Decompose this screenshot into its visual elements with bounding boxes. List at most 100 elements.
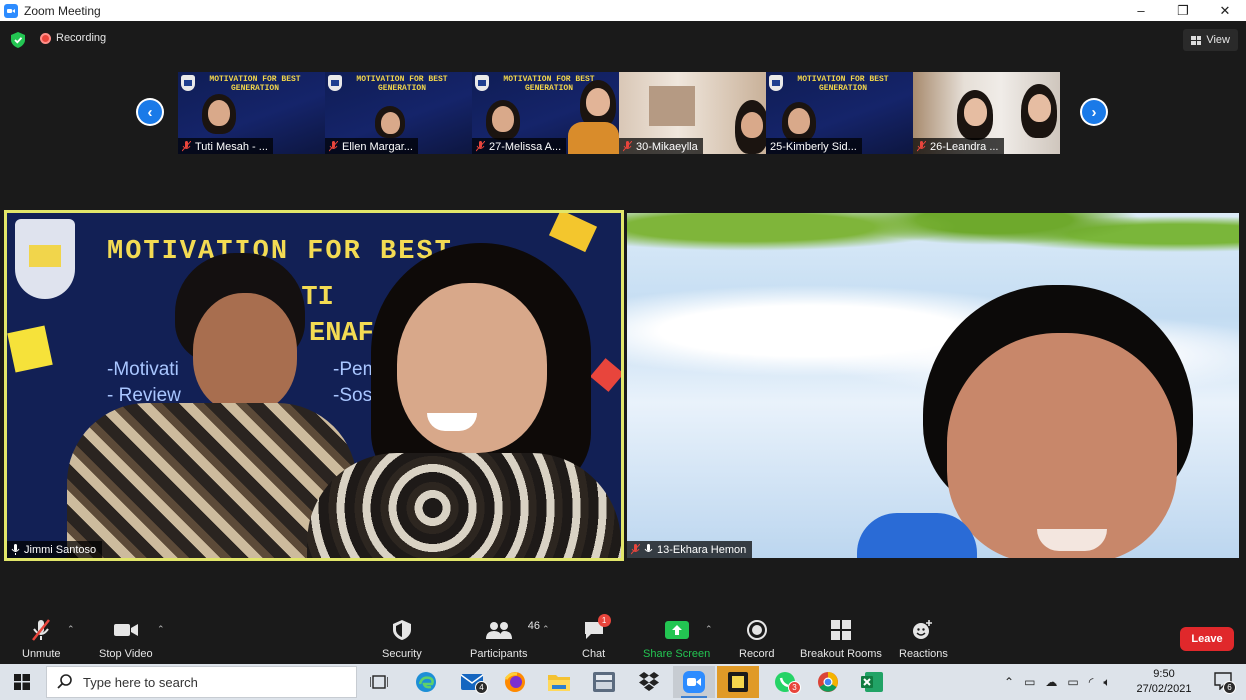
participant-tile[interactable]: 13-Ekhara Hemon [627, 213, 1239, 558]
notification-center-button[interactable]: 6 [1214, 672, 1236, 694]
gallery-tile[interactable]: MOTIVATION FOR BEST GENERATION Ellen Marg… [325, 72, 472, 154]
decor-shape [7, 325, 53, 373]
stop-video-button[interactable]: Stop Video [99, 618, 153, 660]
clock-date: 27/02/2021 [1136, 683, 1192, 695]
taskbar-file-explorer[interactable] [538, 666, 580, 698]
folder-icon [548, 675, 570, 691]
participant-face [381, 112, 400, 134]
gallery-tile[interactable]: 26-Leandra ... [913, 72, 1060, 154]
taskbar-sticky-notes[interactable] [717, 666, 759, 698]
dropbox-icon [639, 672, 659, 691]
record-label: Record [739, 648, 775, 660]
gallery-next-button[interactable]: › [1080, 98, 1108, 126]
participant-name-label: 25-Kimberly Sid... [766, 138, 862, 154]
participant-face [964, 98, 987, 126]
muted-mic-icon [623, 141, 632, 152]
share-screen-button[interactable]: Share Screen [643, 618, 710, 660]
battery-icon[interactable]: ▭ [1067, 675, 1078, 689]
firefox-icon [504, 672, 525, 692]
taskbar-calculator-app[interactable] [583, 666, 625, 698]
banner-title: MOTIVATION FOR BEST [209, 75, 301, 84]
taskbar-search-box[interactable]: Type here to search [46, 666, 357, 698]
banner-headline: MOTIVATION FOR BEST [107, 237, 453, 267]
taskbar-whatsapp[interactable]: 3 [764, 666, 806, 698]
banner-title: MOTIVATION FOR BEST [797, 75, 889, 84]
meet-now-icon[interactable]: ▭ [1024, 675, 1035, 689]
taskbar-chrome[interactable] [807, 666, 849, 698]
participant-face [208, 100, 230, 126]
banner-title: MOTIVATION FOR BEST [503, 75, 595, 84]
participants-count: 46 [527, 620, 540, 632]
task-view-button[interactable] [358, 666, 400, 698]
minimize-button[interactable]: – [1120, 0, 1162, 21]
chat-button[interactable]: 1 Chat [582, 614, 611, 660]
gallery-tile[interactable]: 30-Mikaeylla [619, 72, 766, 154]
taskbar-edge[interactable] [405, 666, 447, 698]
start-button[interactable] [0, 664, 44, 700]
close-button[interactable]: ✕ [1204, 0, 1246, 21]
chevron-up-icon[interactable]: ⌃ [1004, 675, 1014, 689]
unmute-button[interactable]: Unmute [22, 618, 61, 660]
chat-label: Chat [582, 648, 606, 660]
taskbar-firefox[interactable] [494, 666, 536, 698]
active-speaker-tile[interactable]: MOTIVATION FOR BEST RATI ENAF -Motivati … [4, 210, 624, 561]
breakout-rooms-button[interactable]: Breakout Rooms [800, 618, 882, 660]
speaker-name-label: Jimmi Santoso [7, 541, 103, 558]
taskbar-dropbox[interactable] [628, 666, 670, 698]
reactions-smiley-icon [913, 620, 933, 639]
reactions-button[interactable]: Reactions [899, 618, 948, 660]
recording-indicator[interactable]: Recording [40, 32, 106, 44]
restore-button[interactable]: ❐ [1162, 0, 1204, 21]
participant-face [741, 112, 763, 138]
decor-shape [548, 213, 598, 253]
window-titlebar: Zoom Meeting – ❐ ✕ [0, 0, 1246, 21]
whatsapp-badge: 3 [788, 681, 801, 694]
taskbar-clock[interactable]: 9:50 27/02/2021 [1132, 667, 1196, 697]
gallery-prev-button[interactable]: ‹ [136, 98, 164, 126]
wifi-icon[interactable]: ◜ [1089, 675, 1094, 689]
recording-dot-icon [40, 32, 51, 44]
video-options-chevron-icon[interactable]: ⌃ [157, 624, 165, 635]
security-button[interactable]: Security [382, 618, 422, 660]
recording-label: Recording [56, 32, 107, 44]
grid-view-icon [1191, 35, 1202, 45]
school-logo-icon [328, 75, 342, 91]
record-button[interactable]: Record [739, 618, 774, 660]
view-button[interactable]: View [1183, 29, 1238, 51]
taskbar-zoom[interactable] [673, 666, 715, 698]
gallery-tile[interactable]: MOTIVATION FOR BEST GENERATION Tuti Mesah… [178, 72, 325, 154]
muted-mic-icon [917, 141, 926, 152]
chevron-right-icon: › [1082, 100, 1106, 124]
gallery-tile[interactable]: MOTIVATION FOR BEST GENERATION 25-Kimberl… [766, 72, 913, 154]
volume-icon[interactable]: 🔈︎ [1103, 675, 1110, 690]
leave-button[interactable]: Leave [1180, 627, 1234, 651]
participant-smile [1037, 529, 1107, 551]
school-logo-icon [181, 75, 195, 91]
search-icon [57, 674, 72, 689]
task-view-icon [370, 675, 388, 689]
taskbar-mail[interactable]: 4 [451, 666, 493, 698]
participants-options-chevron-icon[interactable]: ⌃ [542, 624, 550, 635]
taskbar-excel[interactable] [851, 666, 893, 698]
encryption-shield-icon[interactable] [11, 32, 25, 48]
participant-face [492, 106, 514, 132]
share-options-chevron-icon[interactable]: ⌃ [705, 624, 713, 635]
windows-logo-icon [14, 674, 30, 690]
mic-icon [11, 544, 20, 555]
banner-item: -Motivati [107, 359, 179, 380]
chrome-icon [818, 672, 838, 692]
participant-name: 13-Ekhara Hemon [657, 543, 747, 556]
participant-name: Ellen Margar... [342, 140, 413, 153]
sticky-notes-icon [728, 672, 748, 692]
speaker-shirt [307, 453, 621, 558]
system-tray: ⌃ ▭ ☁ ▭ ◜ 🔈︎ [1004, 664, 1111, 700]
crest-book [29, 245, 61, 267]
participants-button[interactable]: 46 Participants [470, 618, 540, 660]
audio-options-chevron-icon[interactable]: ⌃ [67, 624, 75, 635]
zoom-app-icon [683, 671, 705, 693]
gallery-tile[interactable]: MOTIVATION FOR BEST GENERATION 27-Melissa… [472, 72, 619, 154]
active-indicator [681, 696, 707, 698]
decor-shape [590, 358, 621, 392]
participant-name-label: 27-Melissa A... [472, 138, 567, 154]
onedrive-cloud-icon[interactable]: ☁ [1045, 675, 1057, 689]
